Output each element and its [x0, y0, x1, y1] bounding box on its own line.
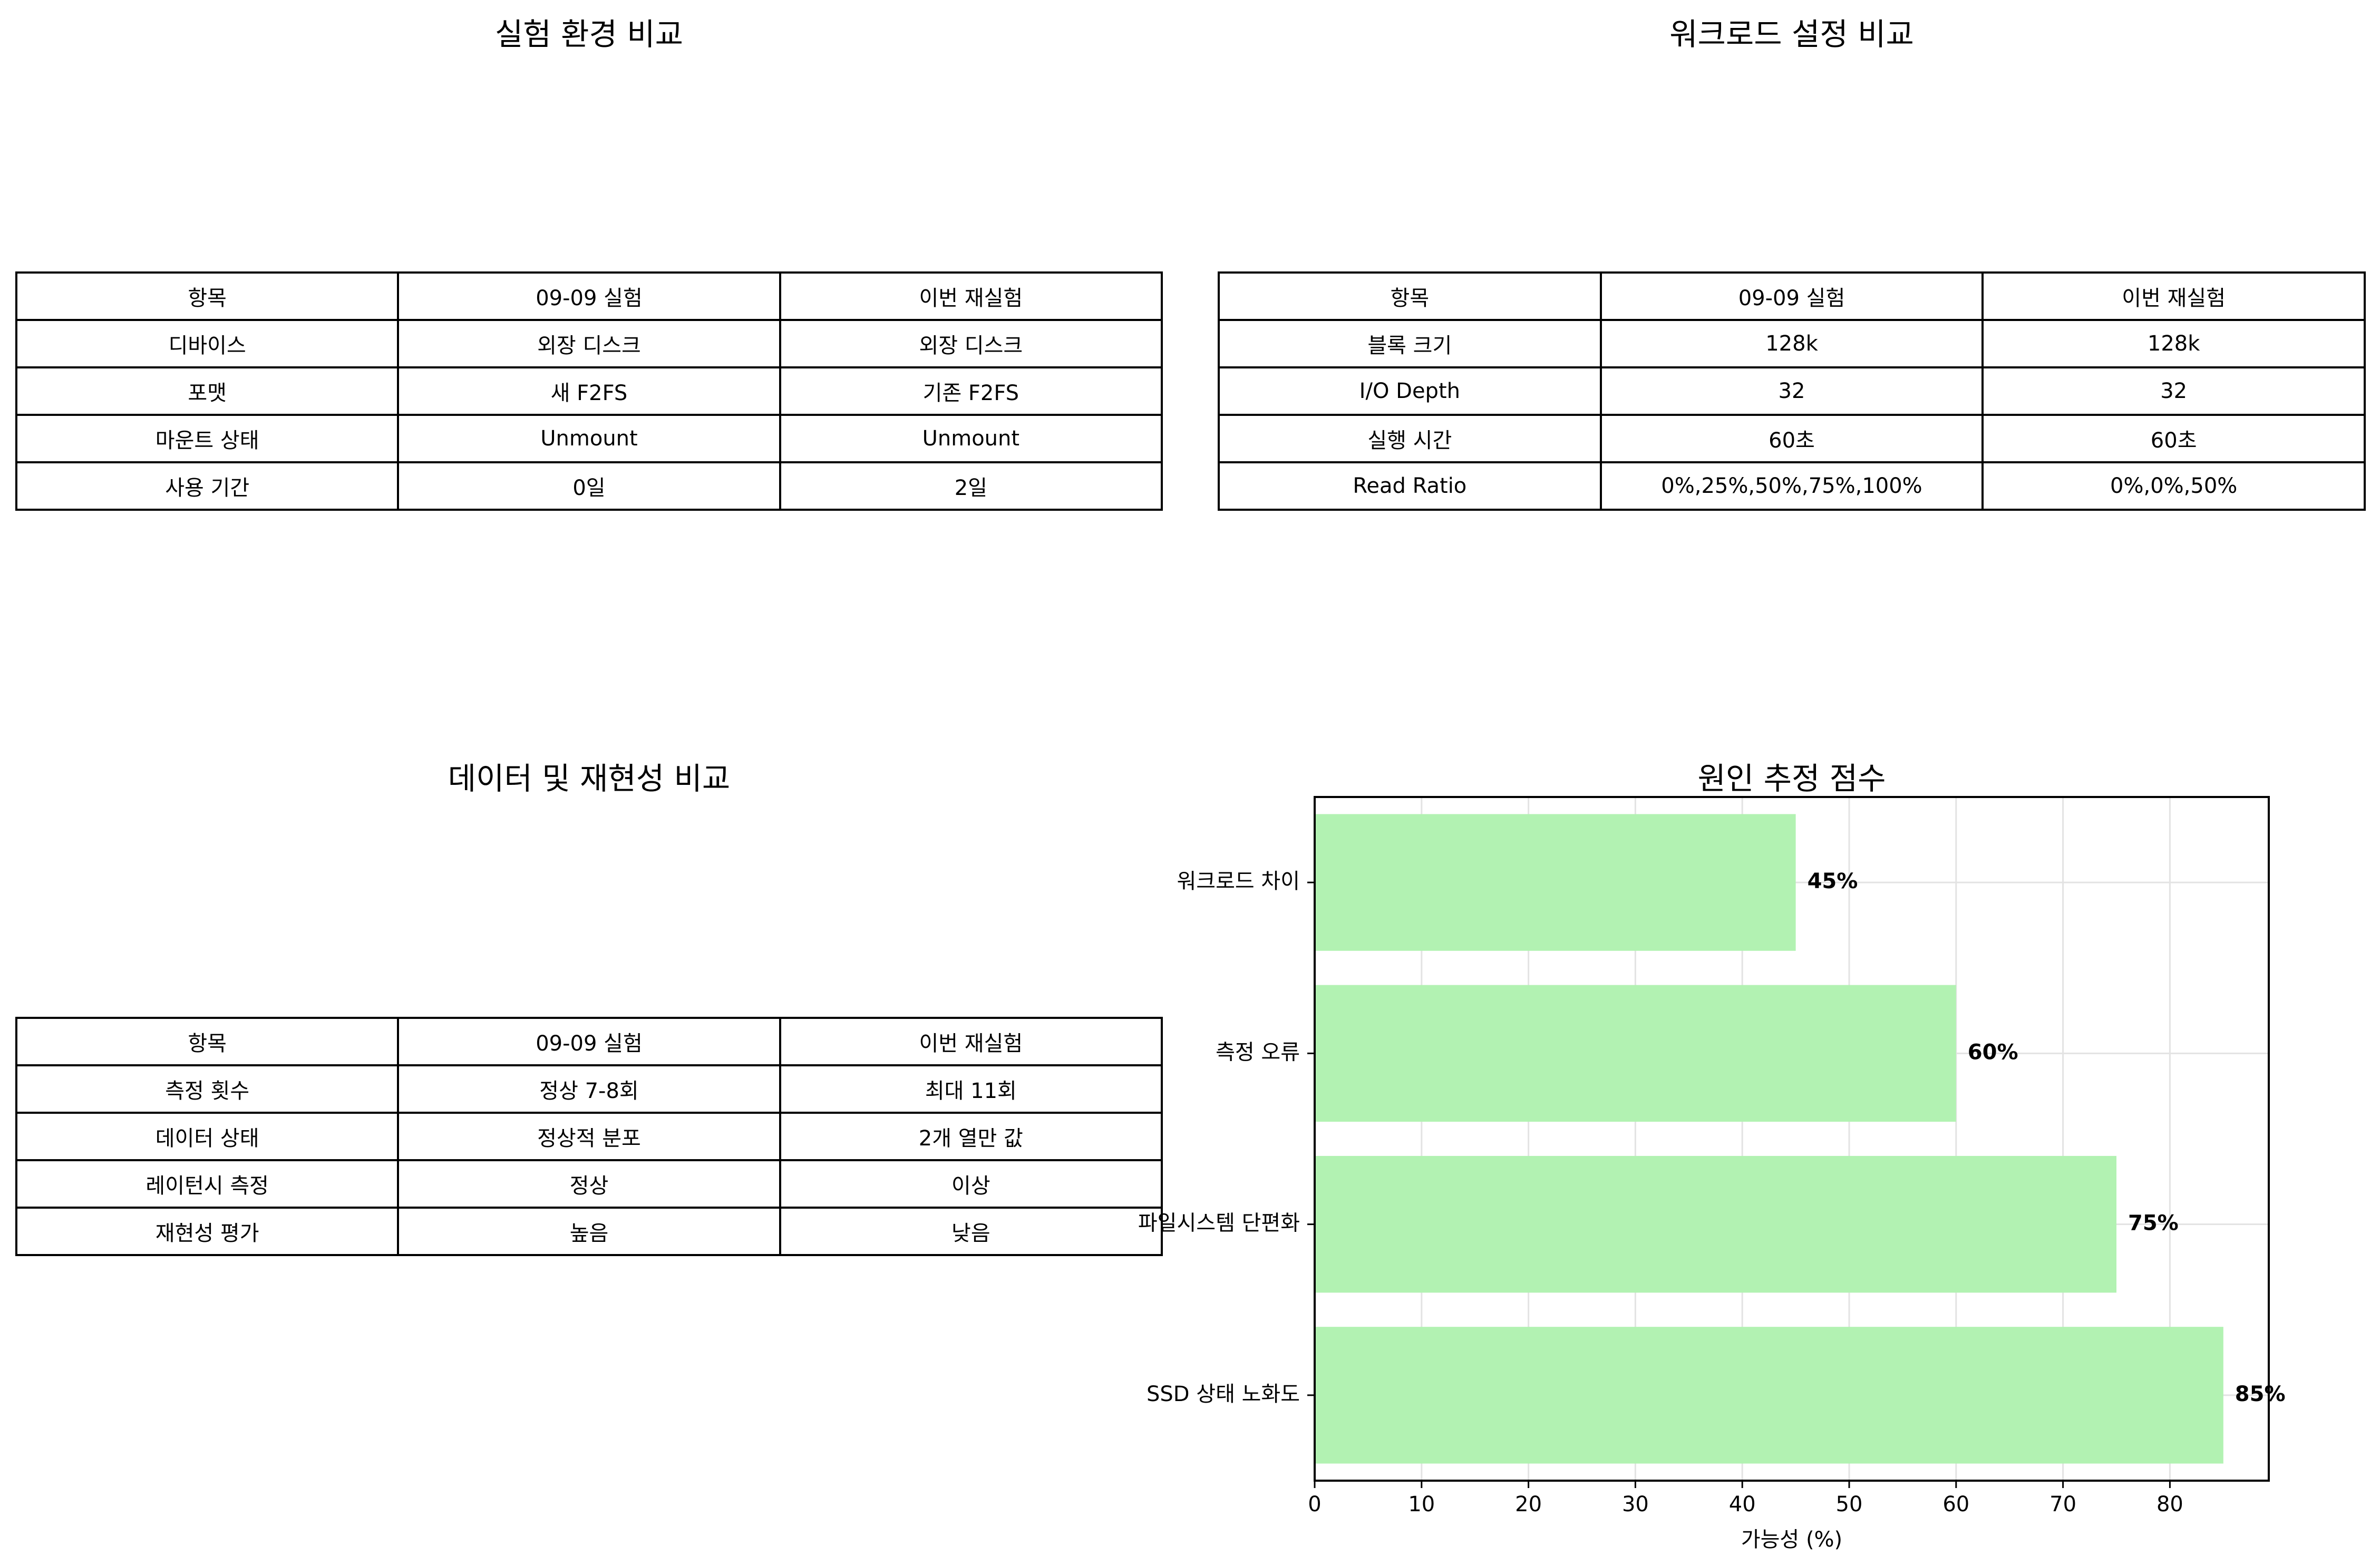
bar [1315, 1155, 2117, 1293]
bar [1315, 985, 1956, 1122]
y-tick-label: 워크로드 차이 [1177, 869, 1300, 893]
y-tick-label: 파일시스템 단편화 [1138, 1211, 1300, 1236]
x-tick-label: 80 [2156, 1492, 2183, 1517]
bar [1315, 1327, 2223, 1464]
data-label: 85% [2235, 1382, 2286, 1406]
x-tick-label: 70 [2049, 1492, 2076, 1517]
data-label: 60% [1968, 1040, 2018, 1064]
y-tick-label: SSD 상태 노화도 [1147, 1382, 1300, 1406]
data-label: 75% [2128, 1211, 2179, 1236]
x-tick-label: 50 [1836, 1492, 1863, 1517]
x-axis-label: 가능성 (%) [1741, 1528, 1842, 1552]
data-label: 45% [1808, 869, 1858, 893]
x-tick-label: 60 [1942, 1492, 1969, 1517]
y-tick-label: 측정 오류 [1216, 1040, 1300, 1064]
bar [1315, 814, 1796, 951]
x-tick-label: 10 [1408, 1492, 1435, 1517]
x-tick-label: 20 [1515, 1492, 1542, 1517]
x-tick-label: 0 [1308, 1492, 1321, 1517]
cause-score-chart: 85% SSD 상태 노화도 75% 파일시스템 단편화 60% 측정 오류 45% 워크로드… [1138, 796, 2286, 1552]
x-tick-label: 40 [1729, 1492, 1756, 1517]
x-tick-label: 30 [1622, 1492, 1649, 1517]
